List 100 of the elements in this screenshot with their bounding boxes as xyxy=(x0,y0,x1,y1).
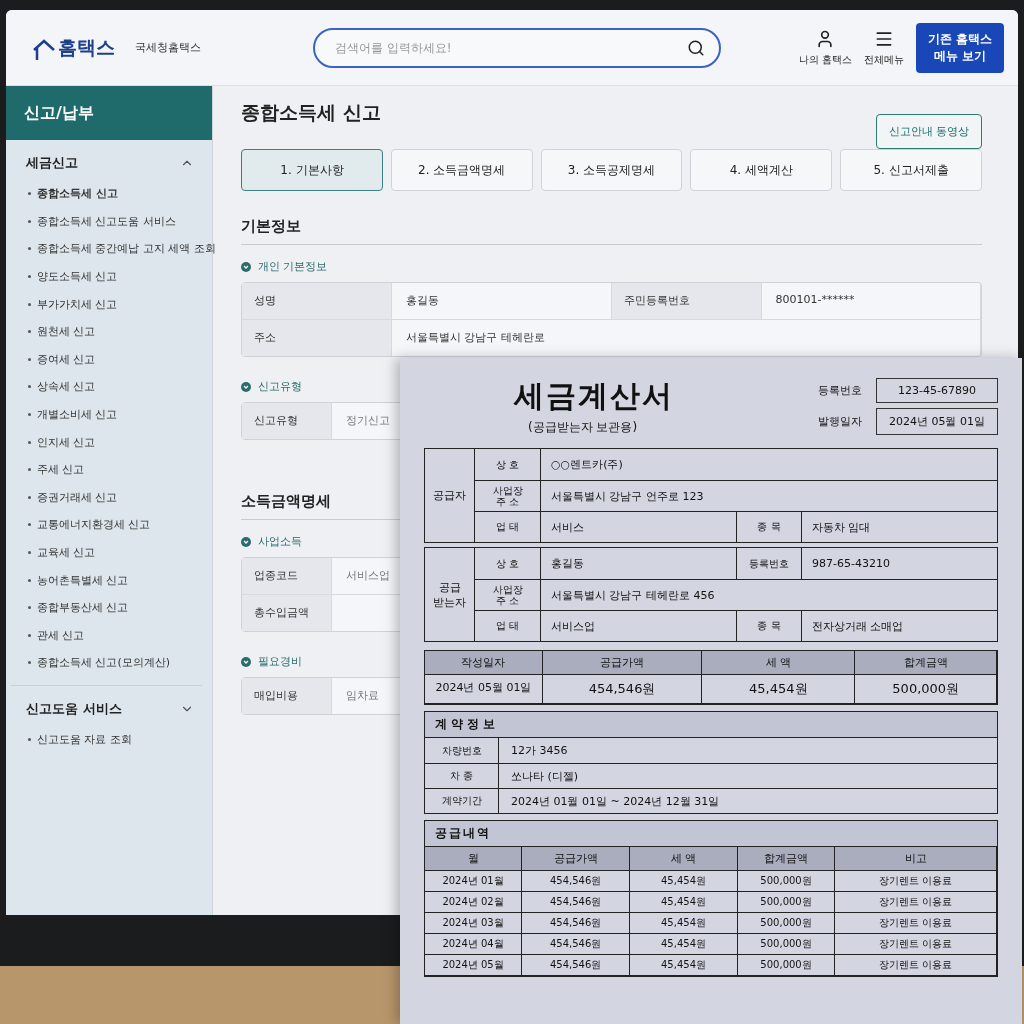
sidebar-item[interactable]: 농어촌특별세 신고 xyxy=(37,572,129,588)
chevron-circle-icon xyxy=(241,656,251,667)
sidebar-item[interactable]: 원천세 신고 xyxy=(37,324,96,340)
search-bar[interactable]: 검색어를 입력하세요! xyxy=(313,27,721,68)
group-title: 사업소득 xyxy=(258,534,302,549)
sidebar-item[interactable]: 인지세 신고 xyxy=(37,434,96,450)
sidebar-item[interactable]: 신고도움 자료 조회 xyxy=(37,732,132,747)
sidebar-item[interactable]: 주세 신고 xyxy=(37,462,85,478)
sidebar-item[interactable]: 증여세 신고 xyxy=(37,351,96,367)
sidebar-item[interactable]: 종합부동산세 신고 xyxy=(37,600,129,616)
field-value: 쏘나타 (디젤) xyxy=(510,768,580,785)
sidebar-item[interactable]: 종합소득세 신고도움 서비스 xyxy=(37,213,176,229)
group-title: 개인 기본정보 xyxy=(258,259,328,274)
table-cell: 45,454원 xyxy=(702,675,856,704)
document-subtitle: (공급받는자 보관용) xyxy=(527,419,639,436)
search-icon[interactable] xyxy=(687,38,705,57)
meta-label: 등록번호 xyxy=(818,382,862,398)
table-cell: 500,000원 xyxy=(737,892,836,913)
table-label: 매입비용 xyxy=(242,678,332,714)
sidebar-item[interactable]: 관세 신고 xyxy=(37,627,85,643)
bullet-icon xyxy=(28,633,31,637)
bullet-icon xyxy=(28,275,31,279)
table-cell: 500,000원 xyxy=(855,675,997,704)
field-label: 종 목 xyxy=(736,611,802,641)
party-label: 공급 받는자 xyxy=(425,548,475,641)
step-tab[interactable]: 2. 소득금액명세 xyxy=(390,149,533,191)
table-label: 총수입금액 xyxy=(242,595,332,631)
table-label: 성명 xyxy=(242,283,392,319)
sidebar-item[interactable]: 부가가치세 신고 xyxy=(37,296,118,312)
table-cell: 2024년 01월 xyxy=(425,871,523,892)
sidebar-item[interactable]: 종합소득세 신고(모의계산) xyxy=(37,655,171,671)
bullet-icon xyxy=(28,385,31,389)
sidebar-item[interactable]: 종합소득세 중간예납 고지 세액 조회 xyxy=(37,241,216,257)
bullet-icon xyxy=(28,413,31,417)
table-cell: 45,454원 xyxy=(630,955,738,976)
table-cell: 2024년 04월 xyxy=(425,934,523,955)
legacy-menu-button[interactable]: 기존 홈택스 메뉴 보기 xyxy=(916,22,1004,73)
field-label: 업 태 xyxy=(475,512,541,542)
table-cell: 2024년 03월 xyxy=(425,913,523,934)
sidebar-item[interactable]: 상속세 신고 xyxy=(37,379,96,395)
nav-link[interactable]: 나의 홈택스 xyxy=(798,28,852,67)
bullet-icon xyxy=(28,357,31,361)
nav-link[interactable]: 전체메뉴 xyxy=(864,28,904,67)
bullet-icon xyxy=(28,192,31,196)
field-value: ○○렌트카(주) xyxy=(550,457,624,473)
table-cell: 2024년 05월 01일 xyxy=(425,675,543,704)
house-icon xyxy=(32,38,56,61)
search-field[interactable]: 검색어를 입력하세요! xyxy=(333,39,687,56)
table-cell: 2024년 02월 xyxy=(425,892,523,913)
sidebar-item[interactable]: 교육세 신고 xyxy=(37,545,96,560)
step-tab[interactable]: 1. 기본사항 xyxy=(241,149,383,191)
field-value: 전자상거래 소매업 xyxy=(811,618,905,635)
sidebar-section[interactable]: 세금신고 xyxy=(6,140,212,180)
field-label: 사업장 주 소 xyxy=(475,481,541,511)
sidebar-section[interactable]: 신고도움 서비스 xyxy=(6,685,212,726)
table-cell: 500,000원 xyxy=(737,871,836,892)
table-cell: 45,454원 xyxy=(630,934,738,955)
column-header: 합계금액 xyxy=(855,651,997,675)
field-label: 등록번호 xyxy=(736,548,802,579)
bullet-icon xyxy=(28,330,31,334)
bullet-icon xyxy=(28,661,31,665)
table-cell: 454,546원 xyxy=(522,913,631,934)
column-header: 세 액 xyxy=(630,847,738,871)
field-value: 2024년 01월 01일 ~ 2024년 12월 31일 xyxy=(510,793,721,810)
sidebar-title: 신고/납부 xyxy=(6,86,212,140)
meta-value: 123-45-67890 xyxy=(876,377,998,403)
table-cell: 454,546원 xyxy=(522,871,631,892)
table-cell: 45,454원 xyxy=(630,892,738,913)
table-label: 주소 xyxy=(242,320,392,356)
sidebar-item[interactable]: 교통에너지환경세 신고 xyxy=(37,517,151,533)
column-header: 세 액 xyxy=(702,651,856,675)
table-cell: 장기렌트 이용료 xyxy=(835,934,997,955)
field-value: 서비스업 xyxy=(550,618,596,635)
column-header: 합계금액 xyxy=(737,847,836,871)
table-label: 신고유형 xyxy=(242,403,332,439)
meta-label: 발행일자 xyxy=(818,413,862,429)
step-tab[interactable]: 3. 소득공제명세 xyxy=(540,149,683,191)
sidebar-item[interactable]: 양도소득세 신고 xyxy=(37,269,118,285)
table-cell: 장기렌트 이용료 xyxy=(835,913,997,934)
field-value: 서비스 xyxy=(550,519,585,536)
step-tab[interactable]: 5. 신고서제출 xyxy=(840,149,982,191)
sidebar-item[interactable]: 증권거래세 신고 xyxy=(37,489,118,505)
column-header: 월 xyxy=(425,847,523,871)
table-cell: 454,546원 xyxy=(522,934,631,955)
bullet-icon xyxy=(28,440,31,444)
table-label: 주민등록번호 xyxy=(611,283,762,319)
table-cell: 장기렌트 이용료 xyxy=(835,955,997,976)
sidebar-item[interactable]: 개별소비세 신고 xyxy=(37,407,118,423)
table-value: 서울특별시 강남구 테헤란로 xyxy=(392,320,981,356)
field-value: 자동차 임대 xyxy=(811,519,872,536)
group-title: 신고유형 xyxy=(258,379,302,394)
bullet-icon xyxy=(28,606,31,610)
sidebar-item[interactable]: 종합소득세 신고 xyxy=(37,186,118,202)
table-cell: 45,454원 xyxy=(630,871,738,892)
field-label: 종 목 xyxy=(736,512,802,542)
field-value: 홍길동 xyxy=(550,556,585,572)
video-guide-button[interactable]: 신고안내 동영상 xyxy=(875,114,982,149)
box-heading: 공급내역 xyxy=(425,821,997,847)
bullet-icon xyxy=(28,578,31,582)
step-tab[interactable]: 4. 세액계산 xyxy=(690,149,833,191)
